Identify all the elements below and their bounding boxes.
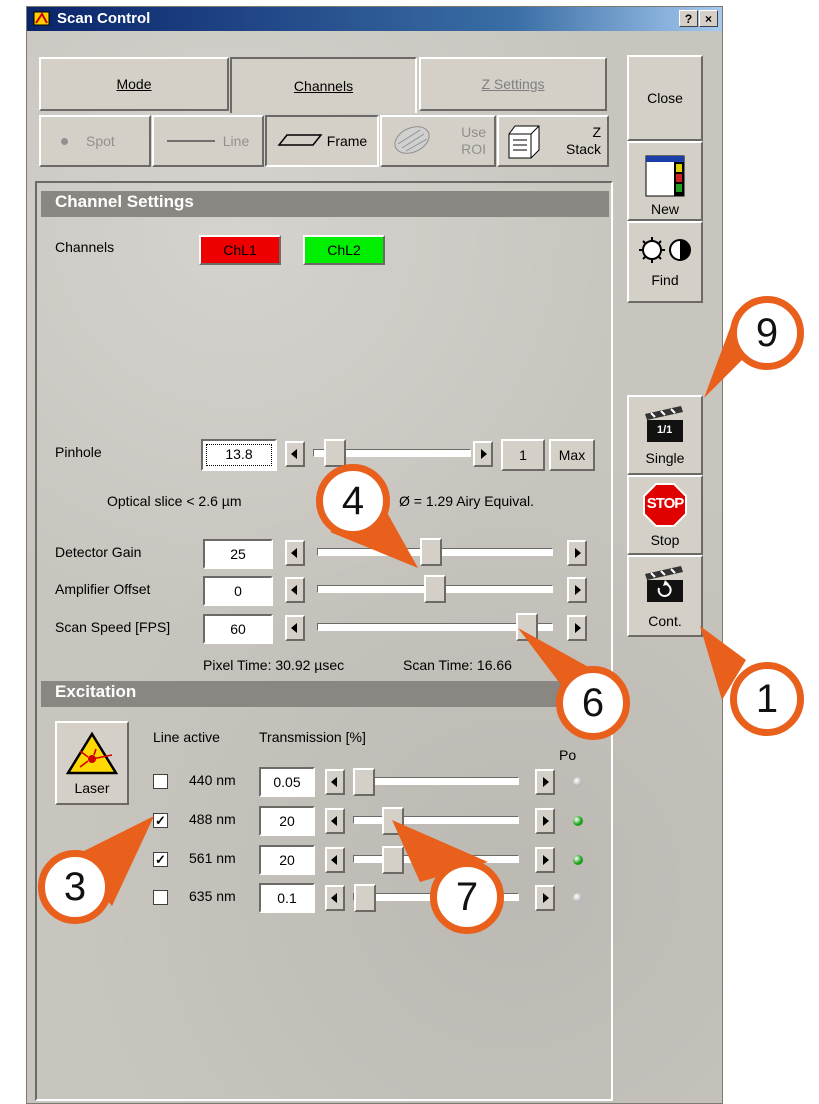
callout-pointers (70, 312, 762, 906)
callout-6: 6 (556, 666, 630, 740)
callout-1: 1 (730, 662, 804, 736)
callout-4: 4 (316, 464, 390, 538)
callout-7: 7 (430, 860, 504, 934)
callout-9: 9 (730, 296, 804, 370)
callout-3: 3 (38, 850, 112, 924)
